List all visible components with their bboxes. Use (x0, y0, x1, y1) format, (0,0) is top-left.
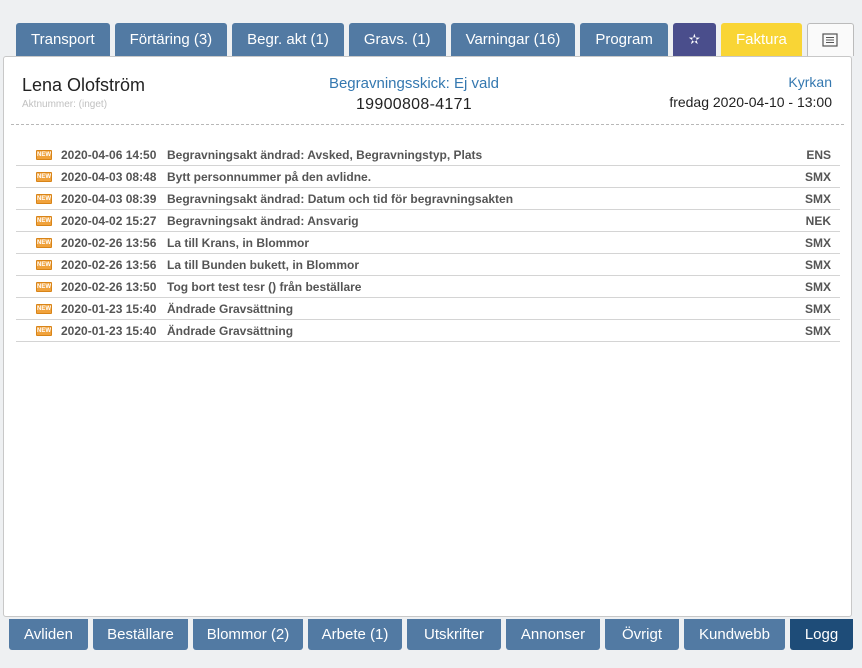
tab-faktura[interactable]: Faktura (720, 23, 802, 56)
log-message: Bytt personnummer på den avlidne. (167, 169, 372, 184)
log-row: NEW 2020-02-26 13:56 La till Krans, in B… (16, 232, 840, 254)
personal-number: 19900808-4171 (355, 96, 472, 113)
tab-gravs[interactable]: Gravs. (1) (348, 23, 446, 56)
ceremony-place-link[interactable]: Kyrkan (669, 74, 832, 90)
log-message: La till Bunden bukett, in Blommor (167, 257, 359, 272)
header-right: Kyrkan fredag 2020-04-10 - 13:00 (669, 74, 832, 110)
log-timestamp: 2020-01-23 15:40 (61, 323, 157, 338)
new-icon: NEW (36, 259, 52, 270)
notes-icon (822, 33, 838, 47)
log-message: Ändrade Gravsättning (167, 323, 294, 338)
log-timestamp: 2020-04-03 08:48 (61, 169, 157, 184)
tab-transport[interactable]: Transport (16, 23, 110, 56)
log-timestamp: 2020-04-02 15:27 (61, 213, 157, 228)
log-user: SMX (804, 301, 831, 316)
main-panel: Lena Olofström Aktnummer: (inget) Begrav… (3, 56, 852, 617)
log-user: NEK (805, 213, 831, 228)
divider (11, 124, 844, 125)
log-timestamp: 2020-02-26 13:56 (61, 235, 157, 250)
log-user: SMX (804, 323, 831, 338)
tab-ovrigt[interactable]: Övrigt (605, 619, 679, 650)
tab-kundwebb[interactable]: Kundwebb (684, 619, 785, 650)
log-row: NEW 2020-04-06 14:50 Begravningsakt ändr… (16, 144, 840, 166)
log-timestamp: 2020-04-06 14:50 (61, 147, 157, 162)
log-user: SMX (804, 257, 831, 272)
top-tab-bar: Transport Förtäring (3) Begr. akt (1) Gr… (16, 23, 854, 56)
log-user: SMX (804, 191, 831, 206)
log-row: NEW 2020-02-26 13:50 Tog bort test tesr … (16, 276, 840, 298)
tab-logg[interactable]: Logg (790, 619, 853, 650)
log-timestamp: 2020-04-03 08:39 (61, 191, 157, 206)
deceased-name: Lena Olofström (22, 75, 146, 95)
tab-begr-akt[interactable]: Begr. akt (1) (232, 23, 344, 56)
ceremony-datetime: fredag 2020-04-10 - 13:00 (669, 94, 832, 110)
log-row: NEW 2020-01-23 15:40 Ändrade Gravsättnin… (16, 298, 840, 320)
log-row: NEW 2020-04-03 08:39 Begravningsakt ändr… (16, 188, 840, 210)
tab-blommor[interactable]: Blommor (2) (193, 619, 303, 650)
log-message: Begravningsakt ändrad: Avsked, Begravnin… (167, 147, 483, 162)
new-icon: NEW (36, 281, 52, 292)
tab-avliden[interactable]: Avliden (9, 619, 88, 650)
log-user: SMX (804, 235, 831, 250)
bottom-tab-bar: Avliden Beställare Blommor (2) Arbete (1… (9, 619, 853, 650)
act-number: Aktnummer: (inget) (22, 99, 108, 110)
tab-arbete[interactable]: Arbete (1) (308, 619, 402, 650)
log-user: SMX (804, 279, 831, 294)
new-icon: NEW (36, 325, 52, 336)
log-message: La till Krans, in Blommor (167, 235, 310, 250)
log-row: NEW 2020-01-23 15:40 Ändrade Gravsättnin… (16, 320, 840, 342)
new-icon: NEW (36, 149, 52, 160)
log-timestamp: 2020-02-26 13:56 (61, 257, 157, 272)
new-icon: NEW (36, 193, 52, 204)
tab-annonser[interactable]: Annonser (506, 619, 600, 650)
tab-fortaring[interactable]: Förtäring (3) (114, 23, 228, 56)
log-message: Tog bort test tesr () från beställare (167, 279, 362, 294)
tab-varningar[interactable]: Varningar (16) (450, 23, 576, 56)
burial-type-link[interactable]: Begravningsskick: Ej vald (264, 75, 564, 92)
log-user: SMX (804, 169, 831, 184)
log-list: NEW 2020-04-06 14:50 Begravningsakt ändr… (16, 144, 840, 342)
log-timestamp: 2020-02-26 13:50 (61, 279, 157, 294)
new-icon: NEW (36, 215, 52, 226)
log-message: Begravningsakt ändrad: Ansvarig (167, 213, 359, 228)
tab-utskrifter[interactable]: Utskrifter (407, 619, 501, 650)
tab-bestallare[interactable]: Beställare (93, 619, 188, 650)
tab-favorite[interactable]: ✫ (672, 23, 716, 56)
log-timestamp: 2020-01-23 15:40 (61, 301, 157, 316)
log-row: NEW 2020-04-02 15:27 Begravningsakt ändr… (16, 210, 840, 232)
new-icon: NEW (36, 171, 52, 182)
log-message: Ändrade Gravsättning (167, 301, 294, 316)
header-center: Begravningsskick: Ej vald 19900808-4171 (264, 75, 564, 114)
new-icon: NEW (36, 303, 52, 314)
log-row: NEW 2020-04-03 08:48 Bytt personnummer p… (16, 166, 840, 188)
new-icon: NEW (36, 237, 52, 248)
log-row: NEW 2020-02-26 13:56 La till Bunden buke… (16, 254, 840, 276)
log-user: ENS (806, 147, 831, 162)
log-message: Begravningsakt ändrad: Datum och tid för… (167, 191, 514, 206)
tab-notes[interactable] (806, 23, 854, 56)
star-icon: ✫ (688, 31, 701, 47)
tab-program[interactable]: Program (580, 23, 668, 56)
